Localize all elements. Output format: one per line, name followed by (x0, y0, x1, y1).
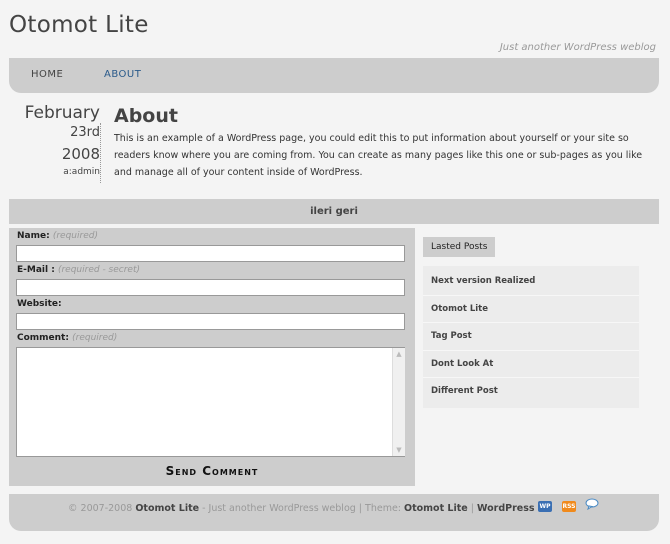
latest-posts-list: Next version Realized Otomot Lite Tag Po… (423, 266, 639, 408)
textarea-scrollbar[interactable]: ▲ ▼ (392, 348, 405, 456)
sidebar-tab[interactable]: Lasted Posts (423, 237, 496, 257)
name-label: Name: (required) (17, 231, 98, 241)
page-title: About (114, 105, 178, 127)
comment-label-text: Comment: (17, 333, 69, 343)
sidebar-latest-posts: Lasted Posts Next version Realized Otomo… (423, 234, 639, 408)
name-input[interactable] (16, 245, 405, 262)
nav-item-home[interactable]: HOME (31, 69, 63, 80)
comment-hint: (required) (72, 333, 118, 343)
latest-post-link[interactable]: Tag Post (423, 323, 639, 351)
post-date-day: 23rd (70, 125, 100, 140)
date-divider (100, 123, 101, 183)
site-tagline: Just another WordPress weblog (499, 42, 656, 53)
footer-copyright: © 2007-2008 (68, 503, 133, 514)
email-hint: (required - secret) (57, 265, 141, 275)
latest-post-link[interactable]: Dont Look At (423, 351, 639, 378)
latest-post-link[interactable]: Different Post (423, 378, 639, 406)
nav-item-about[interactable]: ABOUT (104, 69, 141, 80)
email-label: E-Mail : (required - secret) (17, 265, 140, 275)
footer-credits: © 2007-2008 Otomot Lite - Just another W… (68, 503, 535, 514)
post-author[interactable]: a:admin (10, 165, 100, 179)
comment-textarea[interactable] (16, 347, 405, 457)
email-label-text: E-Mail : (17, 265, 55, 275)
post-date: February 23rd 2008 a:admin (10, 103, 100, 179)
post-date-month: February (24, 103, 100, 123)
main-nav: HOME ABOUT (9, 58, 659, 93)
latest-post-link[interactable]: Next version Realized (423, 268, 639, 296)
site-title[interactable]: Otomot Lite (9, 12, 149, 38)
name-hint: (required) (52, 231, 98, 241)
website-input[interactable] (16, 313, 405, 330)
comments-icon[interactable] (585, 498, 599, 511)
send-comment-button[interactable]: Send Comment (9, 464, 415, 478)
website-label: Website: (17, 299, 62, 309)
footer-separator: | (467, 503, 477, 514)
footer-theme-link[interactable]: Otomot Lite (404, 503, 468, 514)
website-label-text: Website: (17, 299, 62, 309)
comment-label: Comment: (required) (17, 333, 117, 343)
comment-form: Name: (required) E-Mail : (required - se… (9, 228, 415, 486)
post-date-year: 2008 (61, 145, 100, 163)
footer-wordpress-link[interactable]: WordPress (477, 503, 535, 514)
scroll-up-icon[interactable]: ▲ (394, 349, 404, 359)
site-footer: © 2007-2008 Otomot Lite - Just another W… (9, 494, 659, 531)
scroll-down-icon[interactable]: ▼ (394, 445, 404, 455)
footer-site-link[interactable]: Otomot Lite (135, 503, 199, 514)
email-input[interactable] (16, 279, 405, 296)
post-pager[interactable]: ileri geri (9, 199, 659, 224)
page-body: This is an example of a WordPress page, … (114, 133, 643, 178)
rss-icon[interactable]: RSS (562, 501, 576, 512)
wordpress-icon[interactable]: WP (538, 501, 552, 512)
footer-tagline: - Just another WordPress weblog | Theme: (199, 503, 405, 514)
latest-post-link[interactable]: Otomot Lite (423, 296, 639, 323)
name-label-text: Name: (17, 231, 50, 241)
